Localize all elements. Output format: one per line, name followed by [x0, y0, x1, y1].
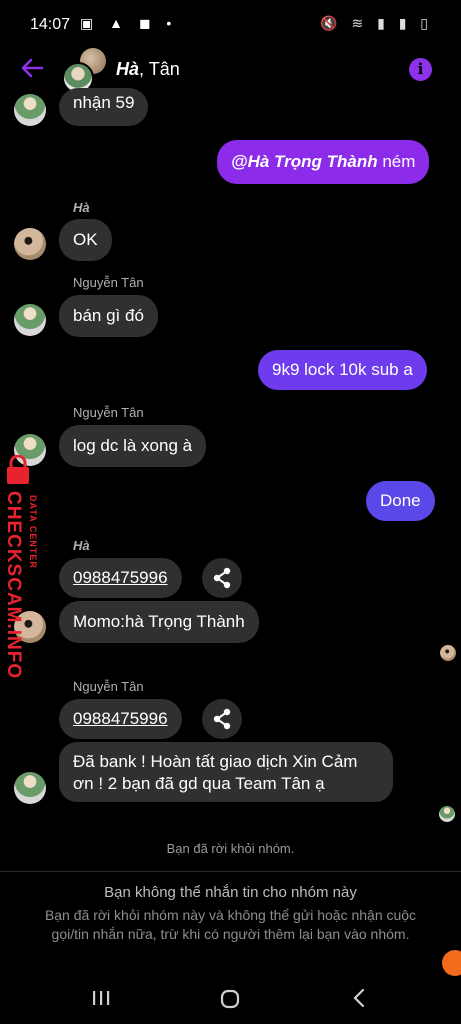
- share-icon: [213, 708, 231, 730]
- read-receipt-avatar: [439, 806, 455, 822]
- sender-name: Hà: [73, 538, 90, 553]
- blocked-description: Bạn đã rời khỏi nhóm này và không thể gử…: [44, 907, 417, 942]
- avatar[interactable]: [14, 304, 46, 336]
- recents-icon[interactable]: [90, 988, 112, 1008]
- back-nav-icon[interactable]: [350, 988, 370, 1008]
- back-arrow-icon[interactable]: [18, 54, 46, 82]
- message-line: ơn ! 2 bạn đã gd qua Team Tân ạ: [73, 774, 325, 793]
- avatar[interactable]: [14, 228, 46, 260]
- info-icon[interactable]: i: [409, 58, 432, 81]
- system-note: Bạn đã rời khỏi nhóm.: [166, 841, 295, 856]
- message-bubble[interactable]: Đã bank ! Hoàn tất giao dịch Xin Cảm ơn …: [59, 742, 393, 802]
- conversation-title[interactable]: Hà, Tân: [116, 59, 180, 80]
- system-status-icons: 🔇 ≋ ▮ ▮ ▯: [320, 15, 433, 31]
- home-icon[interactable]: [219, 988, 241, 1010]
- title-name-tan: , Tân: [139, 59, 180, 79]
- phone-link[interactable]: 0988475996: [59, 699, 182, 739]
- blocked-title: Bạn không thể nhắn tin cho nhóm này: [104, 884, 357, 901]
- sender-name: Nguyễn Tân: [73, 275, 144, 290]
- lock-icon: [7, 455, 29, 484]
- message-bubble[interactable]: nhận 59: [59, 88, 149, 126]
- message-bubble[interactable]: OK: [59, 219, 112, 261]
- read-receipt-avatar: [440, 645, 456, 661]
- message-bubble[interactable]: log dc là xong à: [59, 425, 207, 467]
- divider: [0, 871, 461, 872]
- sender-name: Nguyễn Tân: [73, 679, 144, 694]
- share-button[interactable]: [202, 699, 242, 739]
- watermark-text: CHECKSCAM.INFO: [3, 491, 24, 680]
- message-bubble[interactable]: bán gì đó: [59, 295, 158, 337]
- watermark: CHECKSCAM.INFO DATA CENTER: [0, 455, 42, 679]
- message-line: Đã bank ! Hoàn tất giao dịch Xin Cảm: [73, 752, 358, 771]
- notification-icons: ▣ ▲ ◼ •: [80, 15, 178, 31]
- phone-link[interactable]: 0988475996: [59, 558, 182, 598]
- sender-name: Hà: [73, 200, 90, 215]
- watermark-subtext: DATA CENTER: [28, 495, 38, 569]
- floating-bubble-icon[interactable]: [442, 950, 461, 976]
- message-bubble[interactable]: @Hà Trọng Thành ném: [217, 140, 430, 184]
- share-button[interactable]: [202, 558, 242, 598]
- status-time: 14:07: [30, 16, 71, 33]
- mention[interactable]: @Hà Trọng Thành: [231, 152, 378, 171]
- message-bubble[interactable]: Done: [366, 481, 435, 521]
- avatar[interactable]: [14, 772, 46, 804]
- share-icon: [213, 567, 231, 589]
- status-bar: 14:07 ▣ ▲ ◼ • 🔇 ≋ ▮ ▮ ▯: [0, 0, 461, 50]
- message-bubble[interactable]: Momo:hà Trọng Thành: [59, 601, 259, 643]
- message-text: ném: [377, 152, 416, 171]
- message-bubble[interactable]: 9k9 lock 10k sub a: [258, 350, 427, 390]
- avatar[interactable]: [14, 94, 46, 126]
- title-name-ha: Hà: [116, 59, 140, 79]
- sender-name: Nguyễn Tân: [73, 405, 144, 420]
